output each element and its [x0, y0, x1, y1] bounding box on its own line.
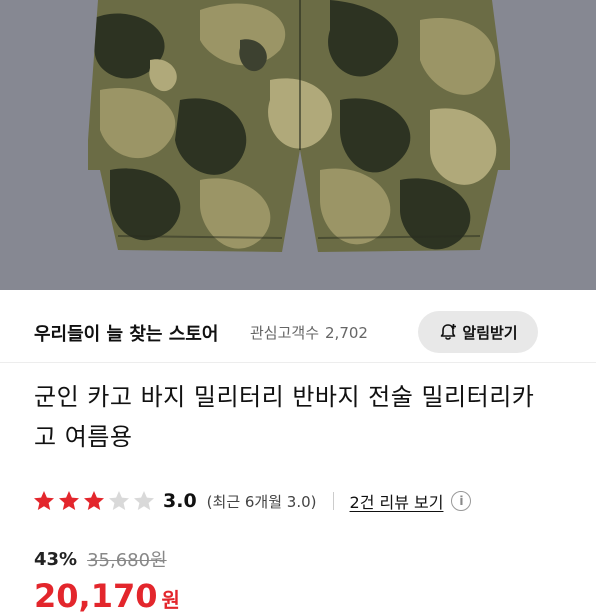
store-bar: 우리들이 늘 찾는 스토어 관심고객수 2,702 알림받기: [0, 300, 596, 362]
price-row: 43% 35,680원: [34, 546, 167, 572]
rating-score: 3.0: [163, 490, 197, 512]
product-title: 군인 카고 바지 밀리터리 반바지 전술 밀리터리카고 여름용: [34, 383, 535, 451]
camouflage-shorts-image: [0, 0, 596, 290]
follower-label: 관심고객수: [250, 324, 320, 342]
follower-count: 2,702: [325, 324, 368, 342]
reviews-link[interactable]: 2건 리뷰 보기: [350, 489, 444, 513]
sale-price: 20,170 원: [34, 580, 180, 616]
discount-rate: 43%: [34, 548, 78, 570]
product-image[interactable]: [0, 0, 596, 290]
recent-rating: (최근 6개월 3.0): [206, 492, 317, 511]
star-rating: [32, 489, 157, 513]
sale-price-value: 20,170: [34, 577, 158, 615]
sale-price-currency: 원: [161, 588, 180, 612]
divider: [0, 362, 596, 363]
star-empty-icon: [134, 491, 154, 510]
star-filled-icon: [34, 491, 54, 510]
alarm-button-label: 알림받기: [462, 323, 518, 342]
star-empty-icon: [109, 491, 129, 510]
original-price: 35,680원: [87, 550, 167, 571]
rating-row: 3.0 (최근 6개월 3.0) 2건 리뷰 보기 i: [32, 486, 572, 516]
separator: [332, 492, 334, 510]
alarm-subscribe-button[interactable]: 알림받기: [418, 311, 538, 353]
follower-info: 관심고객수 2,702: [250, 322, 368, 343]
star-filled-icon: [59, 491, 79, 510]
star-filled-icon: [84, 491, 104, 510]
bell-plus-icon: [438, 322, 458, 342]
info-icon[interactable]: i: [451, 491, 472, 511]
store-name[interactable]: 우리들이 늘 찾는 스토어: [34, 320, 218, 346]
